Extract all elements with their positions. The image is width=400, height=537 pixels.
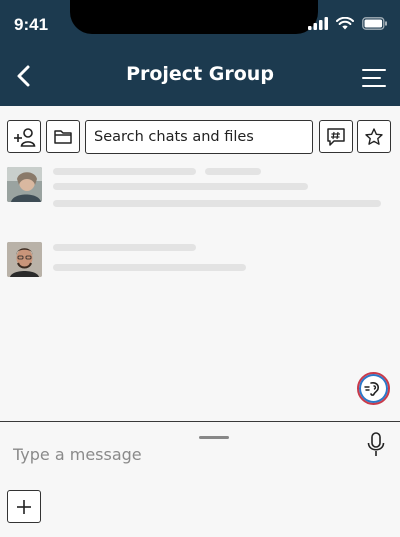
hashtag-chat-button[interactable] <box>319 120 353 153</box>
star-icon <box>365 127 383 145</box>
message-composer <box>0 421 400 537</box>
wifi-icon <box>336 17 354 30</box>
plus-icon <box>17 499 31 514</box>
device-notch <box>70 0 318 34</box>
favorites-button[interactable] <box>357 120 391 153</box>
app-header: 9:41 Project Group <box>0 0 400 106</box>
avatar-image <box>7 167 42 202</box>
add-member-button[interactable] <box>7 120 41 153</box>
add-attachment-button[interactable] <box>7 490 41 523</box>
avatar-image <box>7 242 42 277</box>
status-icons <box>308 17 388 30</box>
search-input[interactable] <box>85 120 313 154</box>
signal-icon <box>308 17 328 30</box>
avatar <box>7 242 42 277</box>
add-person-icon <box>14 127 36 147</box>
hashtag-chat-icon <box>327 127 345 146</box>
drag-handle[interactable] <box>199 436 229 439</box>
chat-toolbar <box>0 106 400 166</box>
message-input[interactable] <box>13 442 343 466</box>
page-title: Project Group <box>126 63 274 85</box>
menu-icon[interactable] <box>360 66 388 90</box>
battery-icon <box>362 17 387 30</box>
loading-placeholder <box>53 244 196 251</box>
files-button[interactable] <box>46 120 80 153</box>
microphone-icon[interactable] <box>366 431 386 459</box>
status-time: 9:41 <box>14 15 49 34</box>
voice-assistant-icon <box>363 381 379 396</box>
loading-placeholder <box>53 183 308 190</box>
loading-placeholder <box>205 168 261 175</box>
loading-placeholder <box>53 264 246 271</box>
loading-placeholder <box>53 168 196 175</box>
avatar <box>7 167 42 202</box>
loading-placeholder <box>53 200 381 207</box>
voice-assistant-button[interactable] <box>357 372 390 405</box>
folder-icon <box>54 129 72 144</box>
